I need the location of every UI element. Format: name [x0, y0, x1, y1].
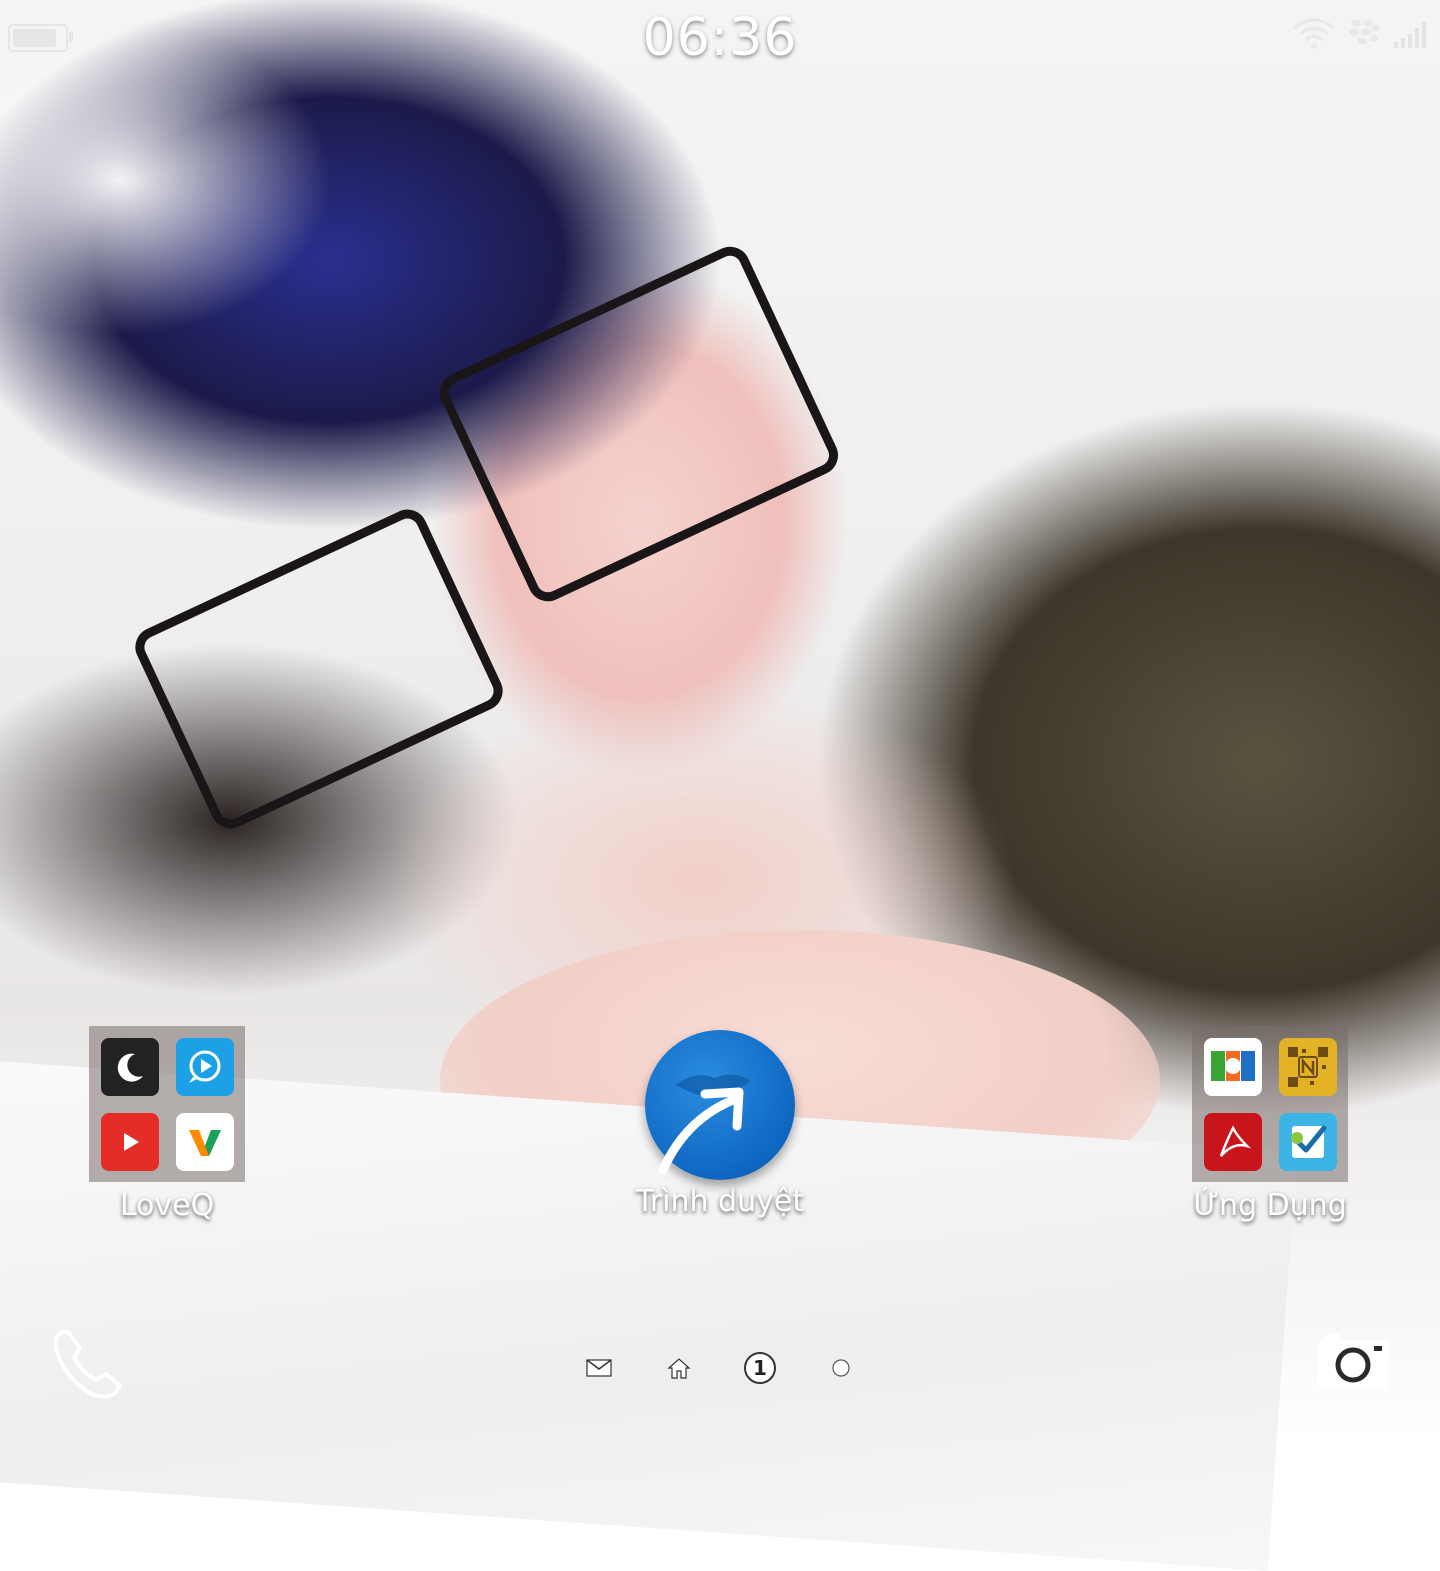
folder-loveq-grid	[89, 1026, 245, 1182]
blackberry-logo-icon	[1349, 19, 1380, 45]
wallpaper-glasses-right	[433, 240, 845, 608]
wallpaper	[0, 0, 1440, 1571]
home-icon[interactable]	[664, 1350, 694, 1386]
status-icons	[1292, 16, 1432, 50]
status-time: 06:36	[642, 8, 798, 68]
folder-ung-dung[interactable]: Ứng Dụng	[1175, 1026, 1365, 1223]
status-bar: 06:36	[0, 0, 1440, 80]
nfc-qr-app-icon	[1278, 1037, 1337, 1096]
youtube-app-icon	[100, 1112, 159, 1171]
folder-ung-dung-label: Ứng Dụng	[1193, 1188, 1347, 1223]
page-dot-icon[interactable]	[826, 1350, 856, 1386]
folder-loveq-label: LoveQ	[119, 1188, 215, 1223]
browser-globe-icon	[645, 1030, 795, 1180]
v-app-icon	[175, 1112, 234, 1171]
app-browser-label: Trình duyệt	[635, 1184, 805, 1219]
signal-bars-icon	[1394, 22, 1426, 48]
folder-ung-dung-grid	[1192, 1026, 1348, 1182]
moon-app-icon	[100, 1037, 159, 1096]
wallpaper-glasses-left	[128, 503, 510, 835]
page-1-indicator[interactable]: 1	[744, 1352, 776, 1384]
page-1-number: 1	[753, 1356, 767, 1380]
hub-mail-icon[interactable]	[584, 1350, 614, 1386]
adobe-reader-app-icon	[1203, 1112, 1262, 1171]
page-indicator: 1	[0, 1350, 1440, 1386]
chat-app-icon	[175, 1037, 234, 1096]
docs-to-go-app-icon	[1203, 1037, 1262, 1096]
folder-loveq[interactable]: LoveQ	[72, 1026, 262, 1223]
app-browser[interactable]: Trình duyệt	[625, 1030, 815, 1219]
wifi-icon	[1293, 18, 1335, 49]
foursquare-app-icon	[1278, 1112, 1337, 1171]
